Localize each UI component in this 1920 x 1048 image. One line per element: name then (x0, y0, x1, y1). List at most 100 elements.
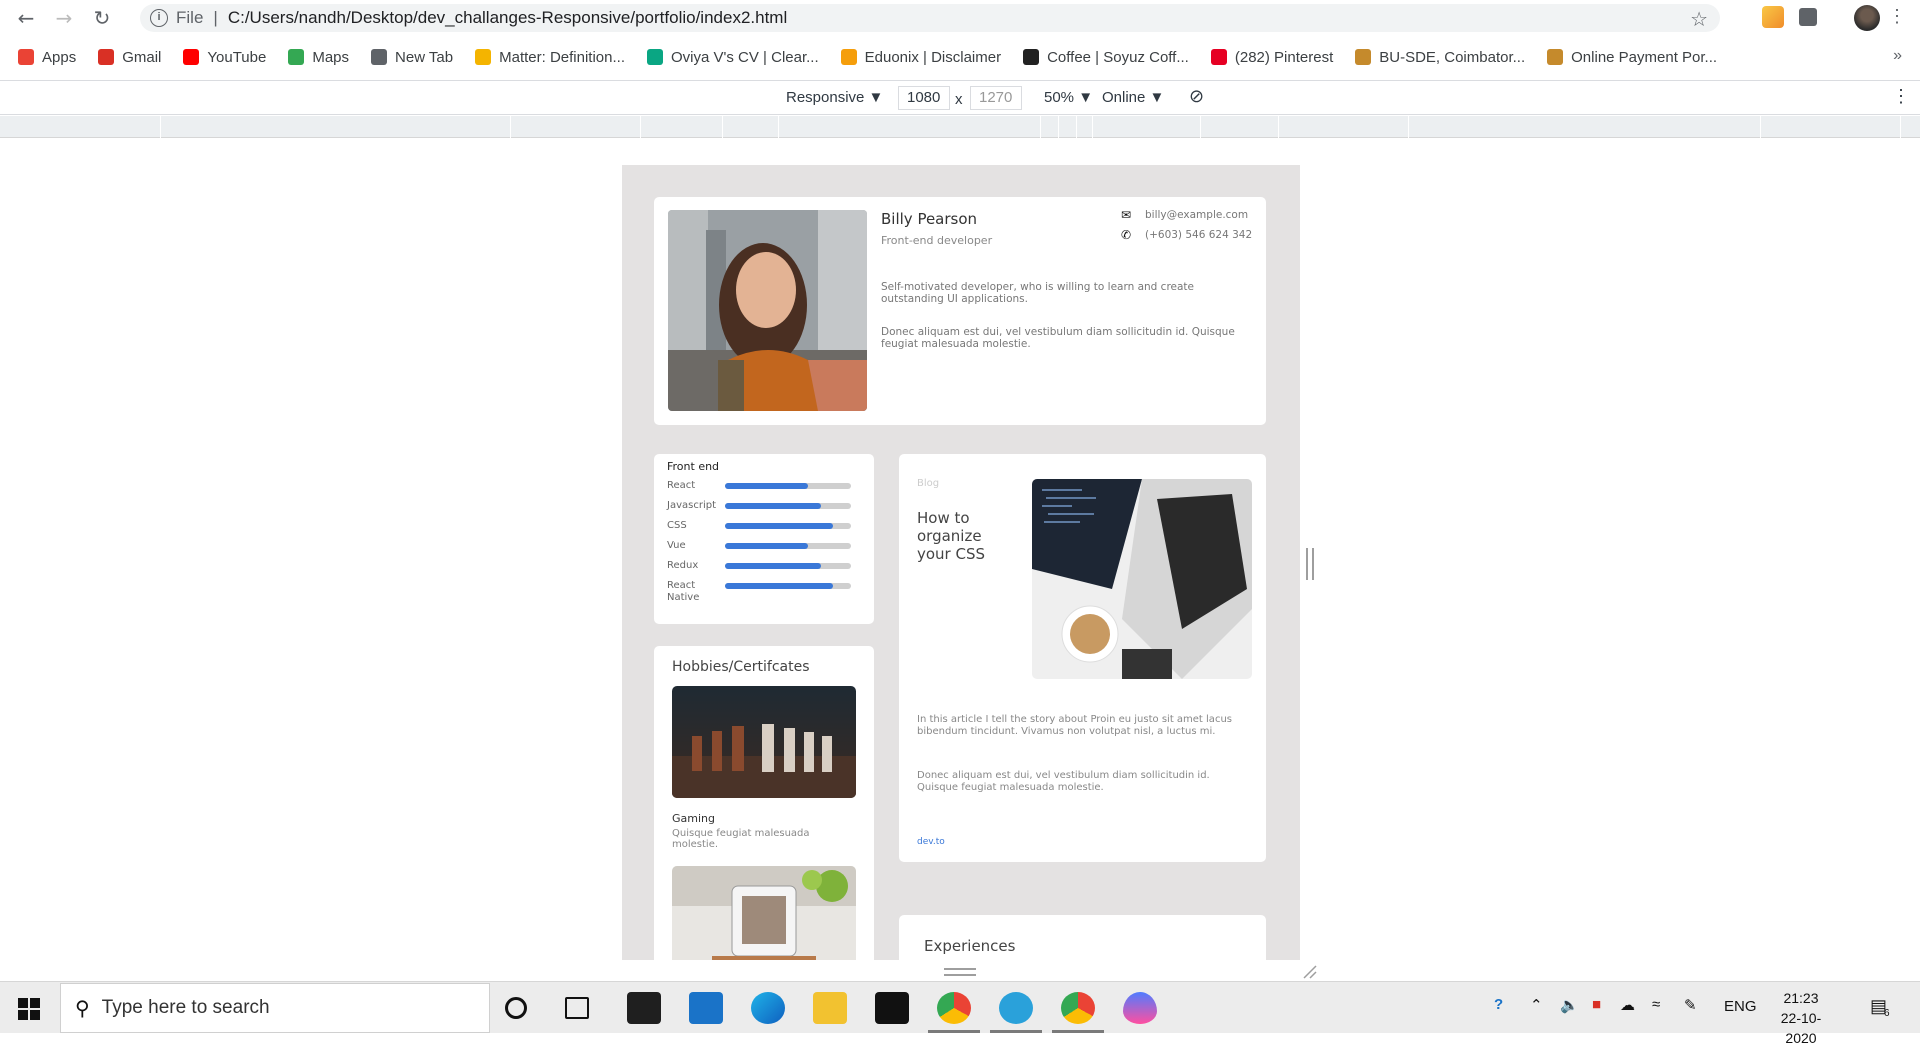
blog-excerpt-2: Donec aliquam est dui, vel vestibulum di… (917, 770, 1210, 793)
bookmark-item[interactable]: (282) Pinterest (1210, 49, 1333, 66)
resize-handle-bottom[interactable] (944, 968, 976, 976)
bookmark-item[interactable]: New Tab (371, 49, 453, 66)
chrome-profile-icon[interactable] (1061, 992, 1095, 1024)
bookmark-label: Gmail (122, 48, 162, 66)
wifi-icon[interactable]: ≈ (1652, 996, 1660, 1013)
hobbies-card: Hobbies/Certifcates Gaming Quisque feugi… (654, 646, 874, 960)
rotate-icon[interactable]: ⊘ (1189, 86, 1204, 107)
phone-icon: ✆ (1121, 228, 1132, 242)
chrome-menu-icon[interactable]: ⋮ (1888, 6, 1906, 27)
task-view-icon[interactable] (565, 997, 589, 1019)
bookmark-item[interactable]: Gmail (98, 49, 161, 66)
width-input[interactable]: 1080 (898, 86, 950, 110)
bookmark-label: Apps (42, 48, 77, 66)
app-tray-icon[interactable]: ■ (1592, 996, 1601, 1013)
bookmark-favicon-icon (647, 49, 663, 65)
skill-bar-fill (725, 583, 834, 589)
store-icon[interactable] (627, 992, 661, 1024)
skill-bar-fill (725, 543, 809, 549)
bookmark-label: Eduonix | Disclaimer (864, 48, 1002, 66)
bookmark-item[interactable]: BU-SDE, Coimbator... (1355, 49, 1525, 66)
back-icon[interactable]: ← (14, 6, 38, 30)
device-select[interactable]: Responsive ▼ (786, 89, 883, 106)
netflix-icon[interactable] (875, 992, 909, 1024)
device-toolbar: Responsive ▼ 1080 x 1270 50% ▼ Online ▼ … (0, 81, 1920, 115)
skill-bar-track (725, 503, 851, 509)
extensions-puzzle-icon[interactable] (1799, 8, 1817, 26)
file-explorer-icon[interactable] (813, 992, 847, 1024)
viewport-area: Billy Pearson Front-end developer ✉ bill… (0, 138, 1920, 981)
telegram-icon[interactable] (999, 992, 1033, 1024)
profile-name: Billy Pearson (881, 210, 978, 228)
language-indicator[interactable]: ENG (1724, 998, 1757, 1015)
blog-tag: Blog (917, 478, 940, 489)
reload-icon[interactable]: ↻ (90, 6, 114, 30)
bookmark-star-icon[interactable]: ☆ (1690, 7, 1708, 31)
windows-start-icon[interactable] (18, 998, 40, 1020)
bookmarks-more-icon[interactable]: » (1893, 47, 1902, 65)
hobby-name: Gaming (672, 812, 715, 825)
help-icon[interactable]: ? (1494, 996, 1503, 1013)
throttle-select[interactable]: Online ▼ (1102, 89, 1164, 106)
bookmark-favicon-icon (18, 49, 34, 65)
info-icon[interactable]: i (150, 9, 168, 27)
search-icon: ⚲ (75, 996, 90, 1020)
url-protocol: File (176, 8, 204, 27)
chrome-icon[interactable] (937, 992, 971, 1024)
address-bar[interactable]: i File | C:/Users/nandh/Desktop/dev_chal… (140, 4, 1720, 32)
bookmark-item[interactable]: Coffee | Soyuz Coff... (1023, 49, 1189, 66)
resize-corner-icon[interactable] (1302, 964, 1318, 980)
cortana-icon[interactable] (505, 997, 527, 1019)
tray-chevron-icon[interactable]: ⌃ (1530, 996, 1543, 1014)
devtools-menu-icon[interactable]: ⋮ (1892, 86, 1910, 107)
drop-app-icon[interactable] (1123, 992, 1157, 1024)
skill-name: React (667, 480, 696, 491)
taskbar-clock[interactable]: 21:23 22-10-2020 (1766, 988, 1836, 1048)
forward-icon[interactable]: → (52, 6, 76, 30)
bookmark-favicon-icon (1547, 49, 1564, 65)
url-separator: | (213, 8, 218, 27)
extension-pen-icon[interactable] (1762, 6, 1784, 28)
bookmark-favicon-icon (1355, 49, 1372, 65)
skill-bar-track (725, 563, 851, 569)
profile-photo (668, 210, 867, 411)
profile-bio: Self-motivated developer, who is willing… (881, 281, 1195, 305)
bookmark-item[interactable]: YouTube (183, 49, 266, 66)
bookmark-favicon-icon (98, 49, 115, 65)
onedrive-icon[interactable]: ☁ (1620, 996, 1635, 1014)
blog-source-link[interactable]: dev.to (917, 837, 945, 847)
taskbar-search[interactable]: ⚲ Type here to search (60, 983, 490, 1033)
clock-date: 22-10-2020 (1780, 1010, 1822, 1046)
mail-app-icon[interactable] (689, 992, 723, 1024)
pen-icon[interactable]: ✎ (1684, 996, 1697, 1014)
skill-bar-fill (725, 503, 821, 509)
profile-card: Billy Pearson Front-end developer ✉ bill… (654, 197, 1266, 425)
skills-card: Front end React Javascript CSS Vue Redux Reac… (654, 454, 874, 624)
bookmark-item[interactable]: Eduonix | Disclaimer (840, 48, 1002, 66)
bookmark-item[interactable]: Maps (288, 49, 349, 66)
bookmark-item[interactable]: Apps (18, 49, 76, 66)
edge-icon[interactable] (751, 992, 785, 1024)
zoom-select[interactable]: 50% ▼ (1044, 89, 1093, 106)
skill-name: Javascript (667, 500, 716, 511)
skill-bar-track (725, 483, 851, 489)
bookmark-label: Oviya V's CV | Clear... (671, 48, 819, 66)
bookmark-item[interactable]: Online Payment Por... (1547, 49, 1717, 66)
height-input[interactable]: 1270 (970, 86, 1022, 110)
skill-bar-fill (725, 563, 821, 569)
taskbar: ⚲ Type here to search ? ⌃ 🔈 ■ ☁ ≈ ✎ ENG … (0, 981, 1920, 1046)
bookmark-item[interactable]: Matter: Definition... (475, 49, 625, 66)
bookmark-item[interactable]: Oviya V's CV | Clear... (647, 49, 819, 66)
bookmark-label: BU-SDE, Coimbator... (1379, 48, 1526, 66)
volume-icon[interactable]: 🔈 (1560, 996, 1579, 1014)
bookmark-label: Coffee | Soyuz Coff... (1047, 48, 1189, 66)
bookmark-label: Matter: Definition... (499, 48, 625, 66)
email-text[interactable]: billy@example.com (1145, 209, 1248, 221)
bookmark-favicon-icon (288, 49, 305, 65)
bookmark-label: YouTube (207, 48, 267, 66)
media-query-ruler[interactable] (0, 116, 1920, 138)
profile-avatar[interactable] (1854, 5, 1880, 31)
url-text[interactable]: C:/Users/nandh/Desktop/dev_challanges-Re… (228, 8, 787, 28)
resize-handle-right[interactable] (1306, 548, 1314, 580)
browser-toolbar: ← → ↻ i File | C:/Users/nandh/Desktop/de… (0, 0, 1920, 36)
